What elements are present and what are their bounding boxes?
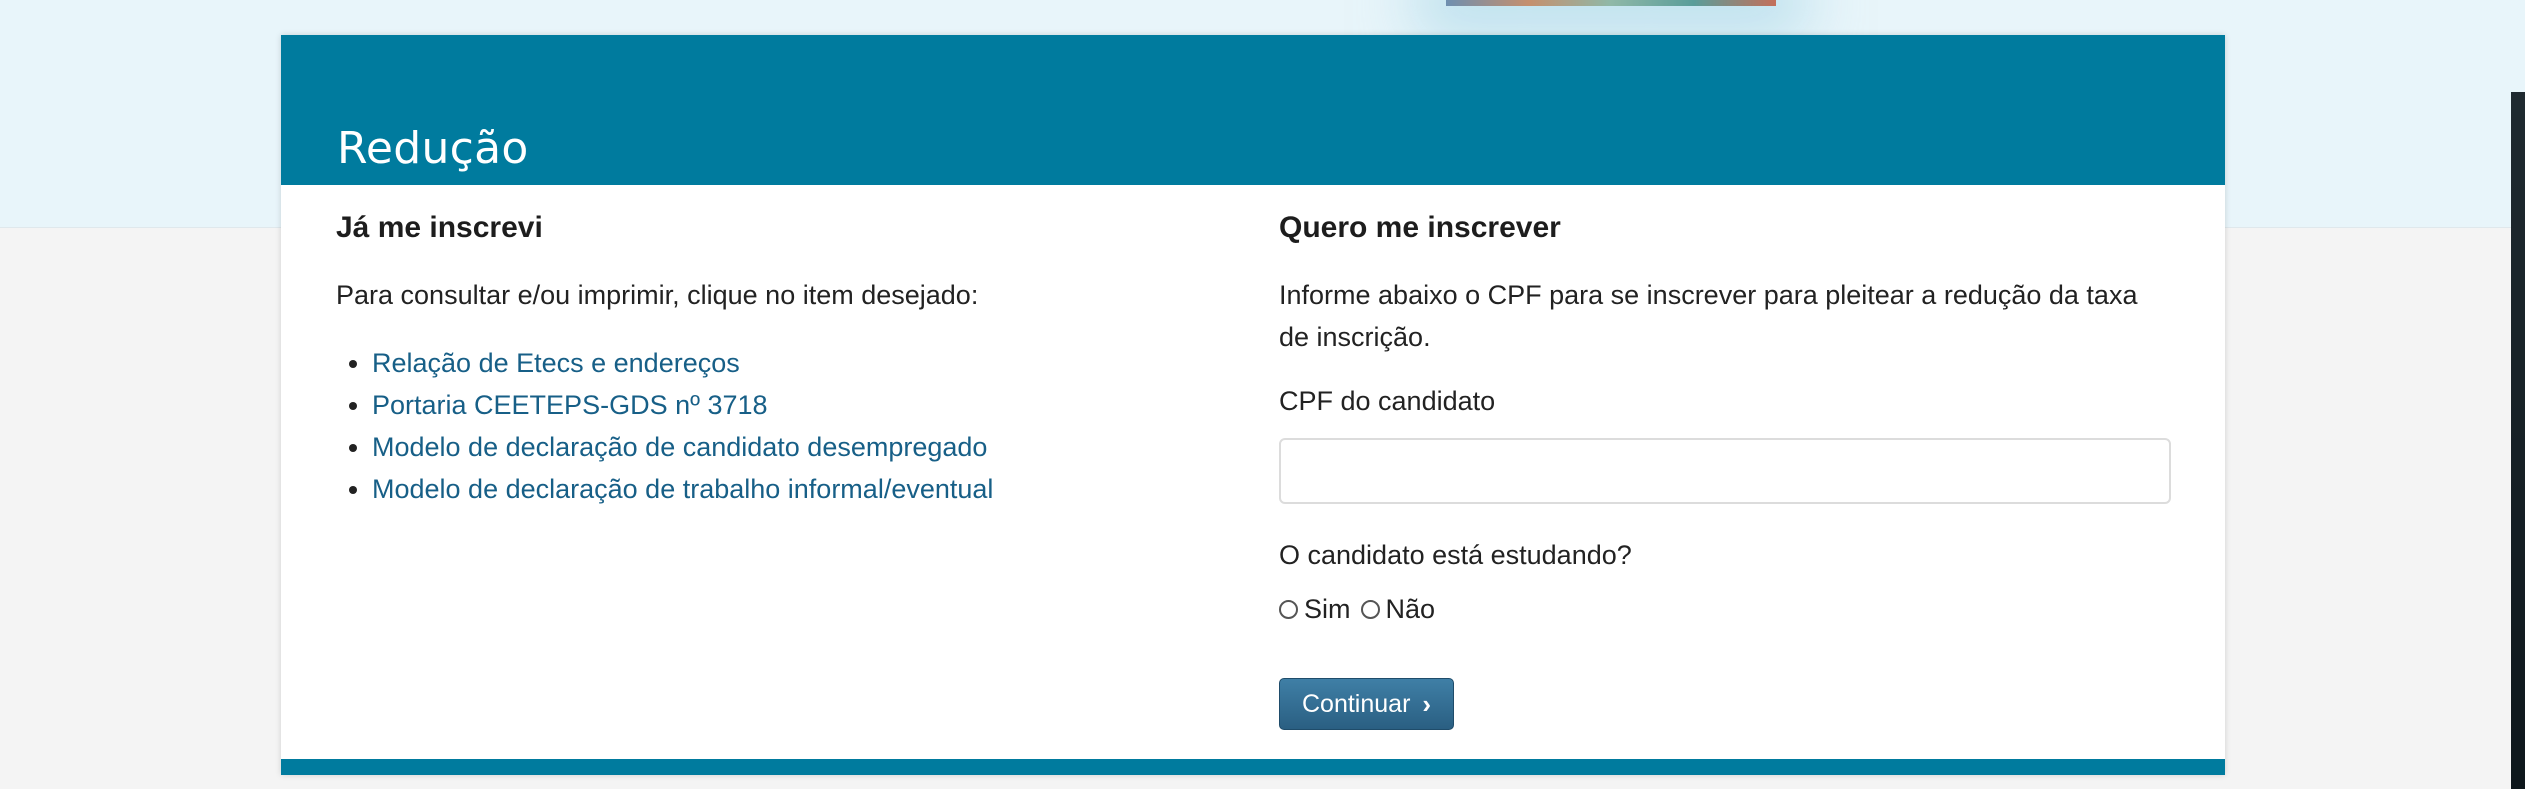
link-portaria[interactable]: Portaria CEETEPS-GDS nº 3718 (372, 390, 768, 420)
list-item: Relação de Etecs e endereços (372, 342, 1216, 384)
card-footer-bar (281, 759, 2225, 775)
radio-no-button[interactable] (1360, 599, 1380, 619)
register-section: Quero me inscrever Informe abaixo o CPF … (1279, 210, 2171, 730)
list-item: Modelo de declaração de candidato desemp… (372, 426, 1216, 468)
link-declaration-unemployed[interactable]: Modelo de declaração de candidato desemp… (372, 432, 987, 462)
registered-intro: Para consultar e/ou imprimir, clique no … (336, 280, 979, 310)
radio-yes-label: Sim (1304, 594, 1351, 624)
radio-option-yes[interactable]: Sim (1279, 588, 1351, 630)
cpf-label: CPF do candidato (1279, 386, 1496, 416)
reduction-card: Redução Já me inscrevi Para consultar e/… (281, 35, 2225, 775)
register-intro: Informe abaixo o CPF para se inscrever p… (1279, 280, 2138, 352)
list-item: Modelo de declaração de trabalho informa… (372, 468, 1216, 510)
link-etecs-addresses[interactable]: Relação de Etecs e endereços (372, 348, 740, 378)
document-link-list: Relação de Etecs e endereços Portaria CE… (336, 342, 1216, 510)
registered-heading: Já me inscrevi (336, 211, 543, 244)
continue-button[interactable]: Continuar › (1279, 678, 1455, 730)
radio-no-label: Não (1385, 594, 1436, 624)
radio-yes-button[interactable] (1279, 599, 1298, 619)
studying-question: O candidato está estudando? (1279, 540, 1632, 570)
registered-section: Já me inscrevi Para consultar e/ou impri… (336, 210, 1216, 510)
register-heading: Quero me inscrever (1279, 211, 1561, 244)
cpf-input[interactable] (1279, 438, 2171, 504)
studying-radio-group: Sim Não (1279, 588, 2171, 630)
right-edge-panel (2511, 92, 2525, 789)
banner-image-strip (1446, 0, 1776, 6)
link-declaration-informal-work[interactable]: Modelo de declaração de trabalho informa… (372, 474, 993, 504)
continue-button-label: Continuar (1302, 689, 1411, 718)
list-item: Portaria CEETEPS-GDS nº 3718 (372, 384, 1216, 426)
radio-option-no[interactable]: Não (1360, 588, 1436, 630)
page-title: Redução (337, 123, 529, 174)
card-header: Redução (281, 35, 2225, 185)
chevron-right-icon: › (1422, 688, 1432, 719)
